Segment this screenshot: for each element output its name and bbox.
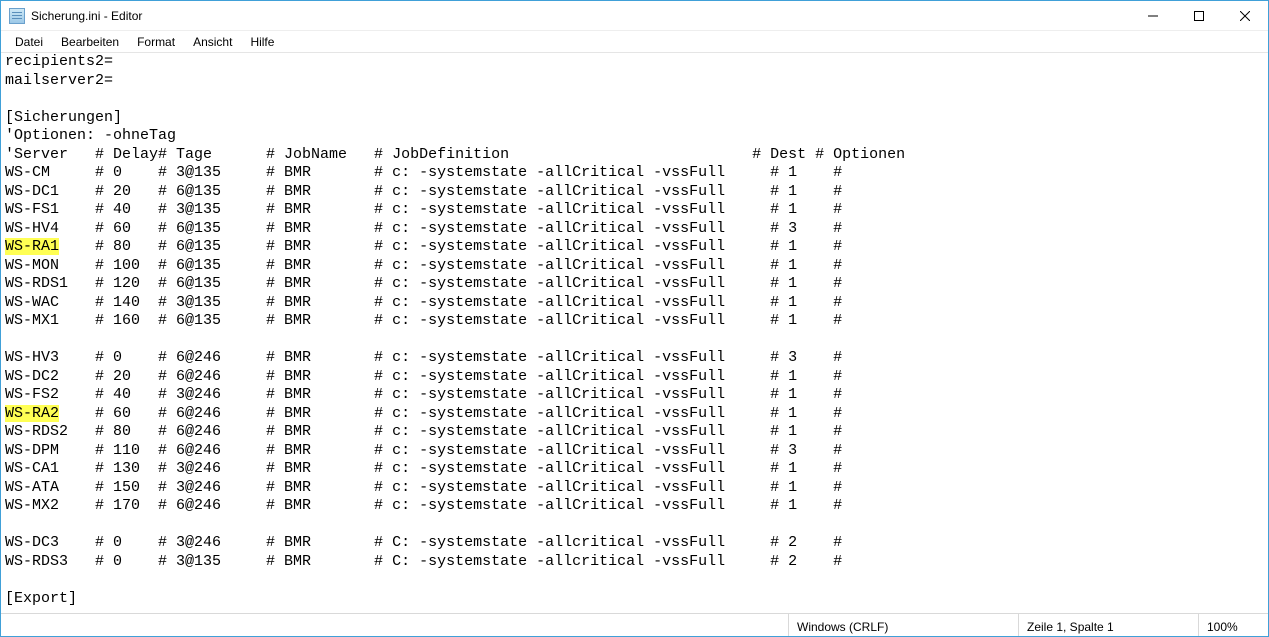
close-button[interactable] xyxy=(1222,1,1268,31)
menu-view[interactable]: Ansicht xyxy=(185,33,240,51)
menu-file[interactable]: Datei xyxy=(7,33,51,51)
status-zoom: 100% xyxy=(1198,614,1268,636)
menu-edit[interactable]: Bearbeiten xyxy=(53,33,127,51)
notepad-window: Sicherung.ini - Editor Datei Bearbeiten … xyxy=(0,0,1269,637)
titlebar: Sicherung.ini - Editor xyxy=(1,1,1268,31)
menubar: Datei Bearbeiten Format Ansicht Hilfe xyxy=(1,31,1268,53)
menu-format[interactable]: Format xyxy=(129,33,183,51)
statusbar: Windows (CRLF) Zeile 1, Spalte 1 100% xyxy=(1,613,1268,636)
text-area[interactable]: recipients2= mailserver2= [Sicherungen] … xyxy=(1,53,1268,613)
status-encoding: Windows (CRLF) xyxy=(788,614,1018,636)
status-position: Zeile 1, Spalte 1 xyxy=(1018,614,1198,636)
menu-help[interactable]: Hilfe xyxy=(242,33,282,51)
minimize-button[interactable] xyxy=(1130,1,1176,31)
app-icon xyxy=(9,8,25,24)
maximize-button[interactable] xyxy=(1176,1,1222,31)
window-title: Sicherung.ini - Editor xyxy=(31,9,142,23)
